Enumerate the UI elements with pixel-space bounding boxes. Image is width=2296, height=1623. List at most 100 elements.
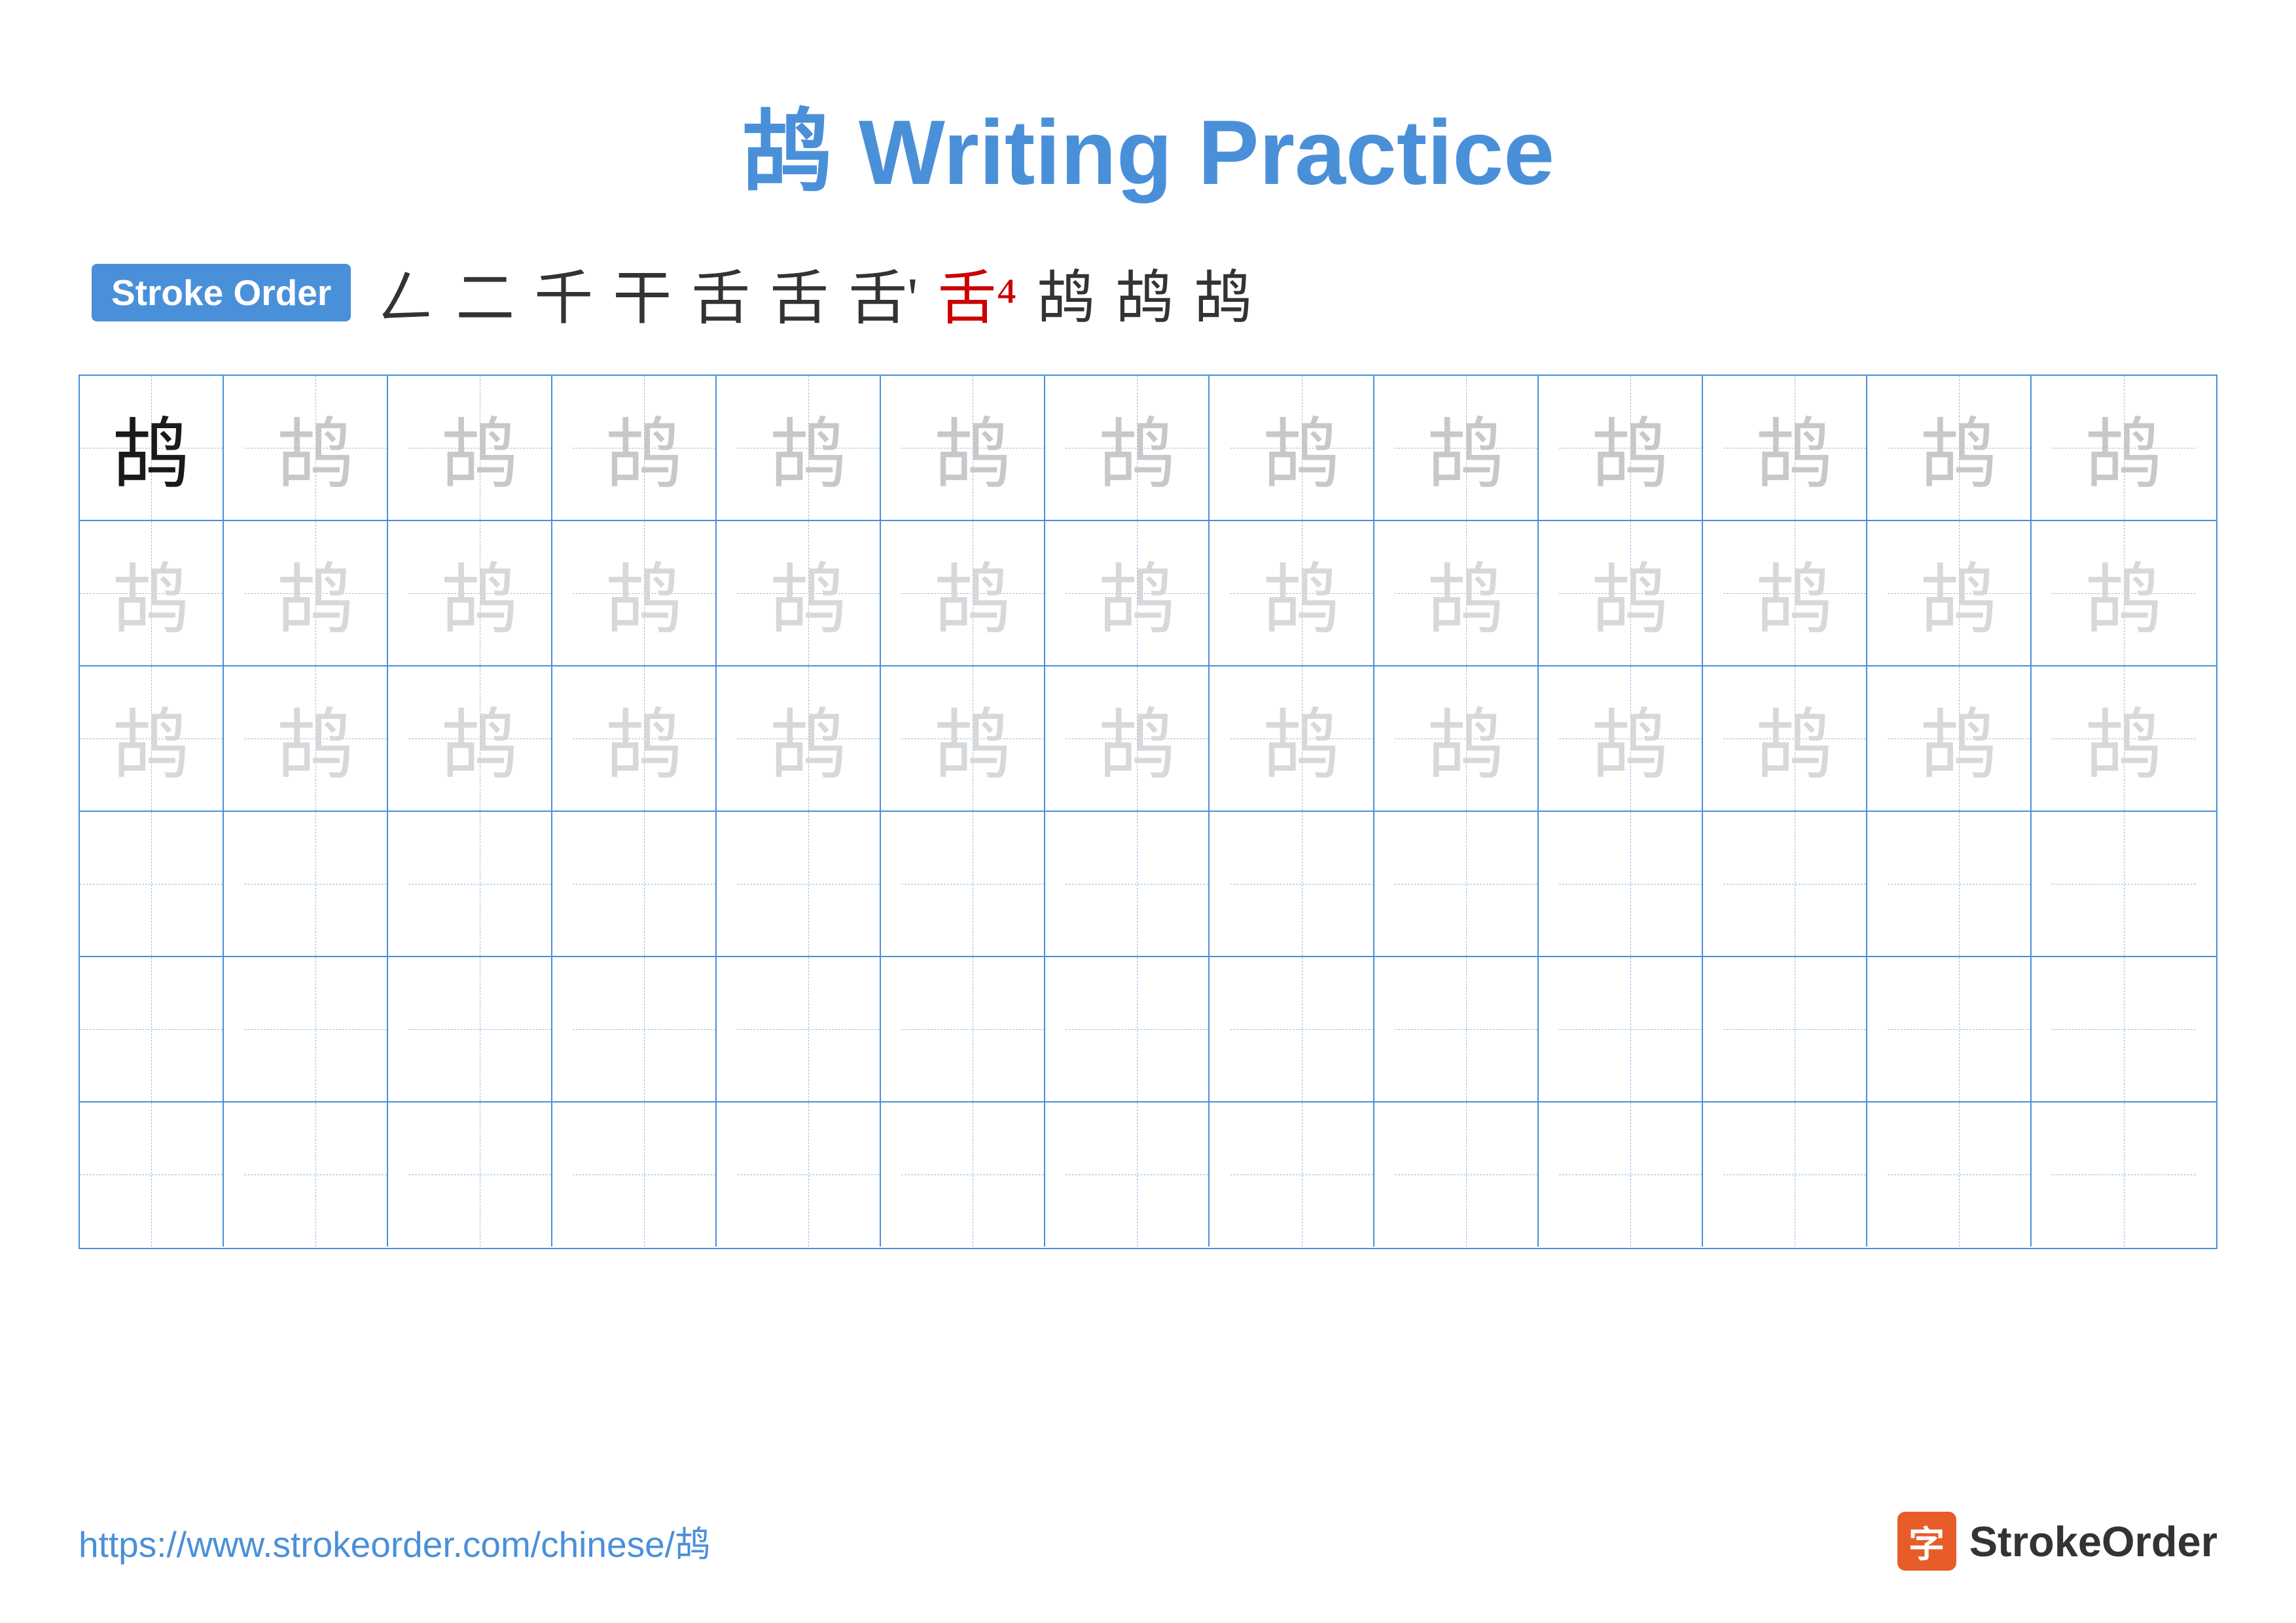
grid-cell-6-10[interactable] [1559, 1103, 1703, 1247]
grid-cell-1-1[interactable]: 鸪 [80, 376, 224, 520]
grid-cell-3-12[interactable]: 鸪 [1888, 666, 2032, 811]
grid-cell-4-12[interactable] [1888, 812, 2032, 956]
footer-url[interactable]: https://www.strokeorder.com/chinese/鸪 [79, 1515, 711, 1567]
stroke-order-badge: Stroke Order [92, 264, 351, 321]
grid-cell-4-7[interactable] [1066, 812, 1210, 956]
grid-cell-6-1[interactable] [80, 1103, 224, 1247]
grid-cell-2-9[interactable]: 鸪 [1395, 521, 1539, 665]
grid-cell-1-8[interactable]: 鸪 [1230, 376, 1374, 520]
grid-cell-2-13[interactable]: 鸪 [2052, 521, 2196, 665]
grid-cell-4-8[interactable] [1230, 812, 1374, 956]
logo-icon: 字 [1897, 1512, 1956, 1571]
grid-cell-6-13[interactable] [2052, 1103, 2196, 1247]
grid-cell-1-13[interactable]: 鸪 [2052, 376, 2196, 520]
grid-cell-4-13[interactable] [2052, 812, 2196, 956]
grid-cell-5-6[interactable] [901, 957, 1045, 1101]
grid-cell-5-1[interactable] [80, 957, 224, 1101]
grid-cell-3-5[interactable]: 鸪 [737, 666, 881, 811]
grid-cell-3-4[interactable]: 鸪 [573, 666, 717, 811]
logo-text: StrokeOrder [1969, 1517, 2217, 1566]
grid-cell-1-4[interactable]: 鸪 [573, 376, 717, 520]
stroke-3: 千 [534, 250, 593, 335]
grid-cell-5-11[interactable] [1723, 957, 1867, 1101]
char-display: 鸪 [1920, 536, 1998, 650]
char-display: 鸪 [1591, 536, 1670, 650]
grid-cell-5-9[interactable] [1395, 957, 1539, 1101]
grid-cell-5-10[interactable] [1559, 957, 1703, 1101]
grid-cell-5-8[interactable] [1230, 957, 1374, 1101]
grid-cell-6-8[interactable] [1230, 1103, 1374, 1247]
grid-cell-4-6[interactable] [901, 812, 1045, 956]
grid-cell-6-2[interactable] [244, 1103, 388, 1247]
grid-cell-6-6[interactable] [901, 1103, 1045, 1247]
grid-cell-2-10[interactable]: 鸪 [1559, 521, 1703, 665]
grid-cell-6-7[interactable] [1066, 1103, 1210, 1247]
grid-cell-3-3[interactable]: 鸪 [408, 666, 552, 811]
char-display: 鸪 [1427, 536, 1505, 650]
grid-cell-2-11[interactable]: 鸪 [1723, 521, 1867, 665]
grid-cell-3-1[interactable]: 鸪 [80, 666, 224, 811]
grid-cell-2-6[interactable]: 鸪 [901, 521, 1045, 665]
grid-cell-4-9[interactable] [1395, 812, 1539, 956]
grid-cell-6-12[interactable] [1888, 1103, 2032, 1247]
grid-cell-5-13[interactable] [2052, 957, 2196, 1101]
grid-cell-2-8[interactable]: 鸪 [1230, 521, 1374, 665]
grid-cell-1-7[interactable]: 鸪 [1066, 376, 1210, 520]
grid-cell-2-12[interactable]: 鸪 [1888, 521, 2032, 665]
grid-cell-3-8[interactable]: 鸪 [1230, 666, 1374, 811]
grid-cell-4-2[interactable] [244, 812, 388, 956]
char-display: 鸪 [1920, 682, 1998, 795]
char-display: 鸪 [933, 682, 1012, 795]
grid-cell-5-12[interactable] [1888, 957, 2032, 1101]
grid-cell-2-1[interactable]: 鸪 [80, 521, 224, 665]
grid-cell-5-4[interactable] [573, 957, 717, 1101]
char-display: 鸪 [1755, 391, 1834, 505]
grid-cell-6-11[interactable] [1723, 1103, 1867, 1247]
grid-cell-5-3[interactable] [408, 957, 552, 1101]
grid-cell-4-3[interactable] [408, 812, 552, 956]
grid-cell-4-5[interactable] [737, 812, 881, 956]
char-display: 鸪 [1920, 391, 1998, 505]
footer-logo: 字 StrokeOrder [1897, 1512, 2217, 1571]
grid-cell-4-10[interactable] [1559, 812, 1703, 956]
grid-cell-3-13[interactable]: 鸪 [2052, 666, 2196, 811]
page: 鸪 Writing Practice Stroke Order 𠃋 二 千 干 … [0, 0, 2296, 1623]
grid-cell-6-5[interactable] [737, 1103, 881, 1247]
grid-cell-1-12[interactable]: 鸪 [1888, 376, 2032, 520]
grid-cell-4-1[interactable] [80, 812, 224, 956]
grid-cell-3-10[interactable]: 鸪 [1559, 666, 1703, 811]
grid-cell-2-2[interactable]: 鸪 [244, 521, 388, 665]
grid-cell-1-5[interactable]: 鸪 [737, 376, 881, 520]
grid-cell-3-11[interactable]: 鸪 [1723, 666, 1867, 811]
char-display: 鸪 [769, 536, 848, 650]
grid-cell-6-3[interactable] [408, 1103, 552, 1247]
grid-cell-4-11[interactable] [1723, 812, 1867, 956]
grid-cell-3-9[interactable]: 鸪 [1395, 666, 1539, 811]
char-display: 鸪 [440, 536, 519, 650]
grid-cell-3-2[interactable]: 鸪 [244, 666, 388, 811]
grid-cell-5-5[interactable] [737, 957, 881, 1101]
grid-cell-5-2[interactable] [244, 957, 388, 1101]
grid-cell-6-4[interactable] [573, 1103, 717, 1247]
grid-cell-3-6[interactable]: 鸪 [901, 666, 1045, 811]
grid-cell-1-10[interactable]: 鸪 [1559, 376, 1703, 520]
grid-cell-3-7[interactable]: 鸪 [1066, 666, 1210, 811]
grid-cell-5-7[interactable] [1066, 957, 1210, 1101]
grid-cell-2-5[interactable]: 鸪 [737, 521, 881, 665]
grid-cell-1-2[interactable]: 鸪 [244, 376, 388, 520]
char-display: 鸪 [933, 536, 1012, 650]
grid-cell-1-6[interactable]: 鸪 [901, 376, 1045, 520]
grid-row-3: 鸪 鸪 鸪 鸪 鸪 鸪 鸪 鸪 鸪 [80, 666, 2216, 812]
grid-cell-1-3[interactable]: 鸪 [408, 376, 552, 520]
grid-cell-6-9[interactable] [1395, 1103, 1539, 1247]
char-display: 鸪 [112, 536, 190, 650]
stroke-8: 舌⁴ [937, 250, 1016, 335]
grid-cell-2-3[interactable]: 鸪 [408, 521, 552, 665]
grid-row-5 [80, 957, 2216, 1103]
grid-cell-4-4[interactable] [573, 812, 717, 956]
grid-cell-2-7[interactable]: 鸪 [1066, 521, 1210, 665]
grid-cell-2-4[interactable]: 鸪 [573, 521, 717, 665]
grid-cell-1-9[interactable]: 鸪 [1395, 376, 1539, 520]
grid-cell-1-11[interactable]: 鸪 [1723, 376, 1867, 520]
char-display: 鸪 [1263, 682, 1341, 795]
